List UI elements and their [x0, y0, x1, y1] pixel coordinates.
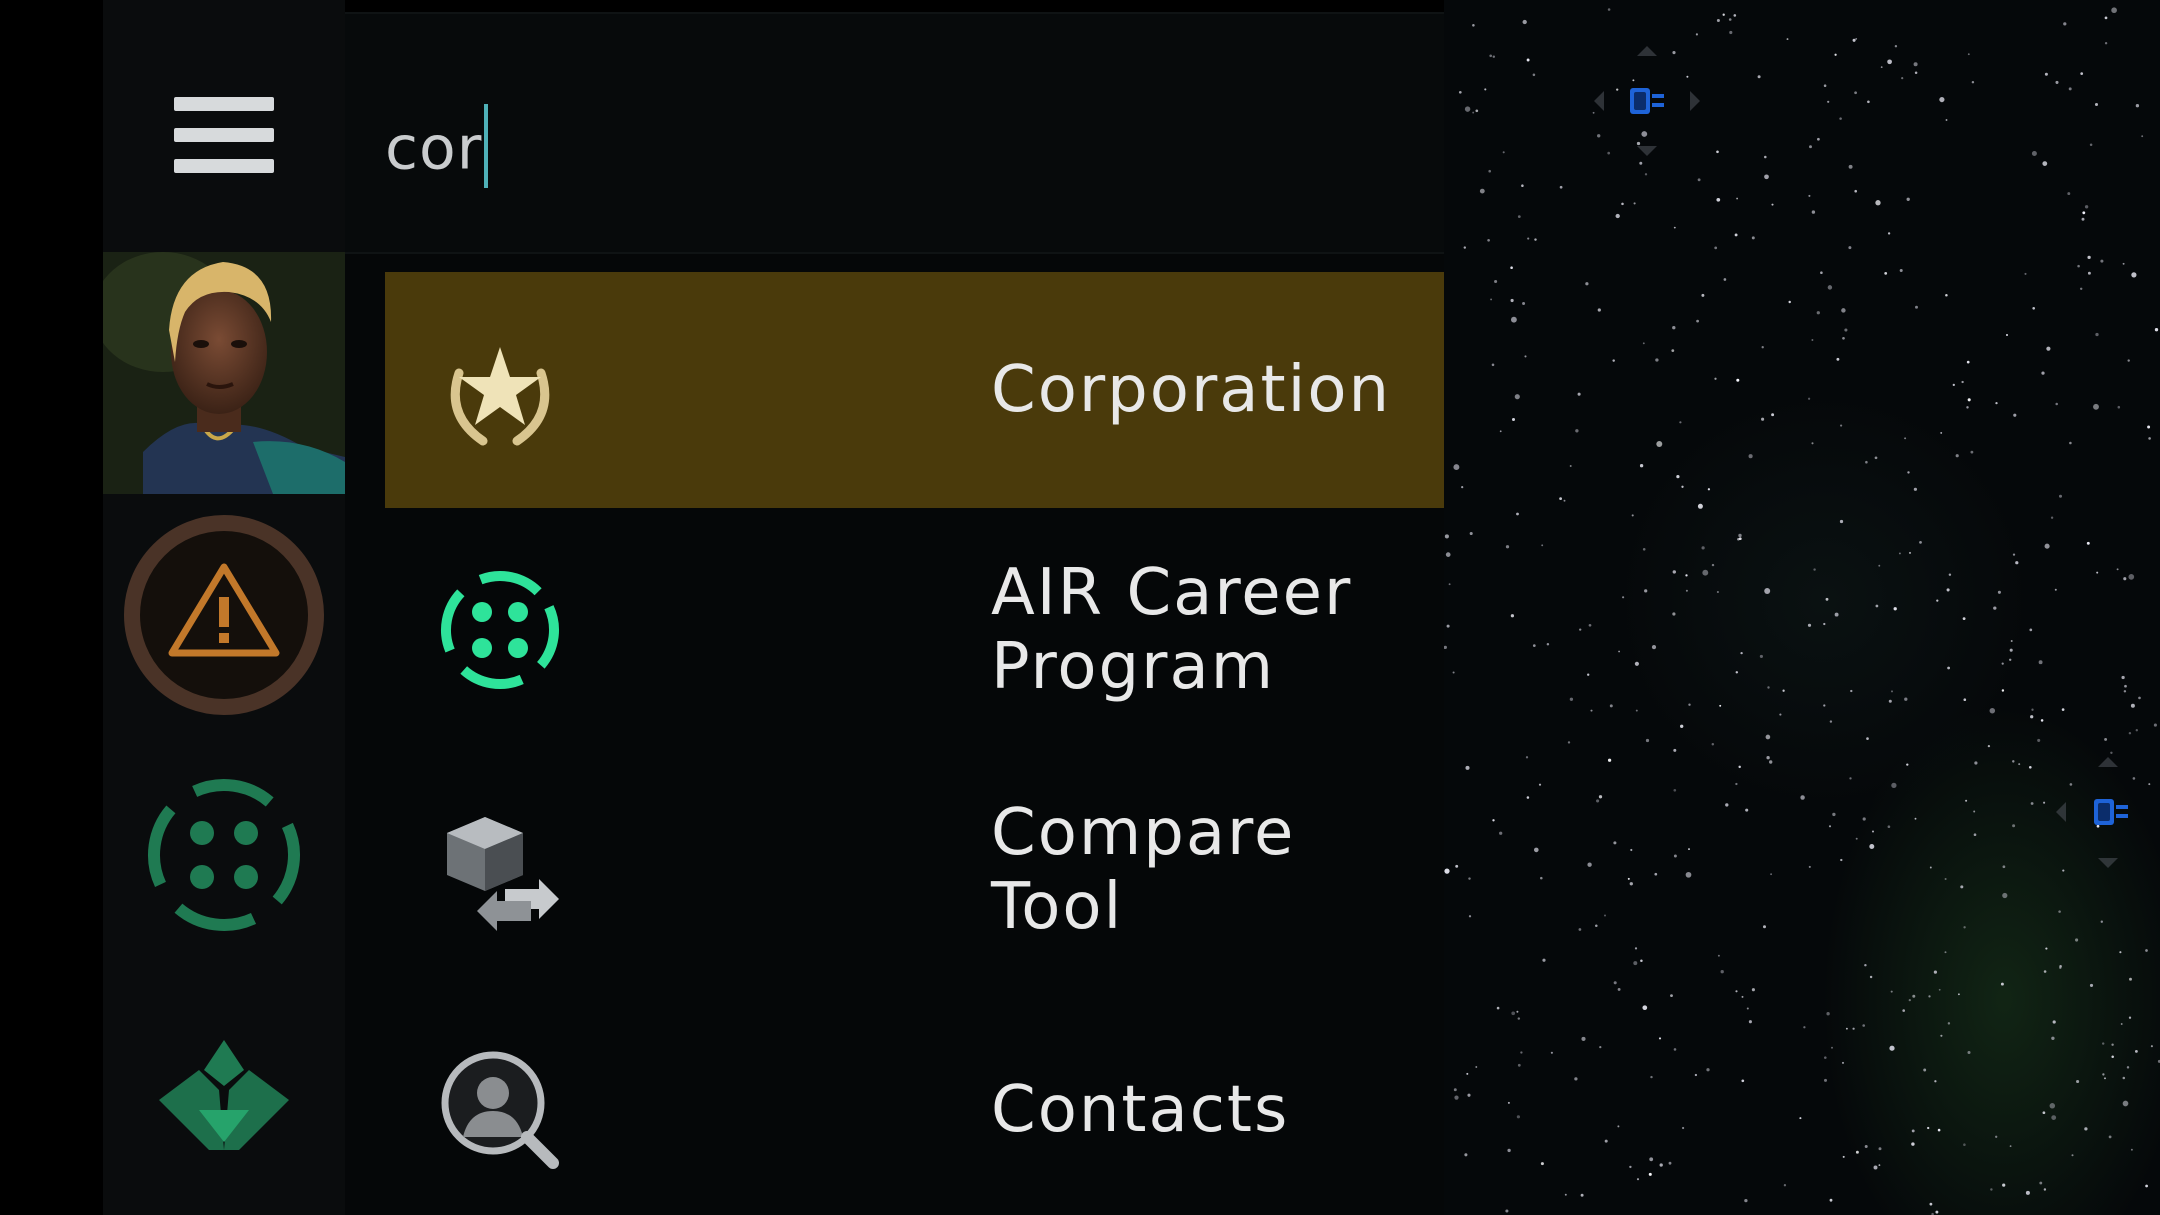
menu-button[interactable]	[103, 20, 345, 250]
character-portrait	[103, 252, 345, 494]
neocom-sidebar	[103, 0, 345, 1215]
structure-marker-icon[interactable]	[2056, 757, 2128, 868]
compare-tool-icon	[447, 817, 559, 931]
agency-icon	[159, 1040, 289, 1150]
corporation-star-icon	[450, 347, 550, 446]
avatar[interactable]	[103, 252, 345, 494]
result-compare-tool[interactable]: Compare Tool	[385, 752, 1444, 988]
air-career-program-icon	[441, 571, 559, 689]
sidebar-item-warning[interactable]	[103, 500, 345, 730]
search-field[interactable]: cor	[385, 104, 489, 194]
result-label: Compare Tool	[991, 796, 1296, 944]
result-contacts[interactable]: Contacts	[385, 992, 1444, 1215]
app-root: cor Corporation AIR Career Program Compa…	[0, 0, 2160, 1215]
structure-marker-icon[interactable]	[1594, 46, 1700, 156]
space-view[interactable]	[1444, 0, 2160, 1215]
search-value: cor	[385, 113, 483, 184]
search-input[interactable]: cor	[345, 12, 1444, 254]
search-panel: cor Corporation AIR Career Program Compa…	[345, 12, 1444, 1215]
space-markers	[1594, 46, 2128, 868]
text-caret	[484, 104, 489, 188]
search-results: Corporation AIR Career Program Compare T…	[385, 272, 1444, 1215]
result-air-career-program[interactable]: AIR Career Program	[385, 512, 1444, 748]
result-corporation[interactable]: Corporation	[385, 272, 1444, 508]
result-label: AIR Career Program	[991, 556, 1353, 704]
warning-icon	[124, 515, 324, 715]
contacts-icon	[441, 1051, 559, 1169]
sidebar-item-agency[interactable]	[103, 980, 345, 1210]
result-label: Contacts	[991, 1073, 1290, 1147]
air-career-program-icon	[148, 779, 300, 931]
sidebar-item-air-career-program[interactable]	[103, 740, 345, 970]
result-label: Corporation	[991, 353, 1392, 427]
hamburger-menu-icon	[174, 97, 274, 173]
